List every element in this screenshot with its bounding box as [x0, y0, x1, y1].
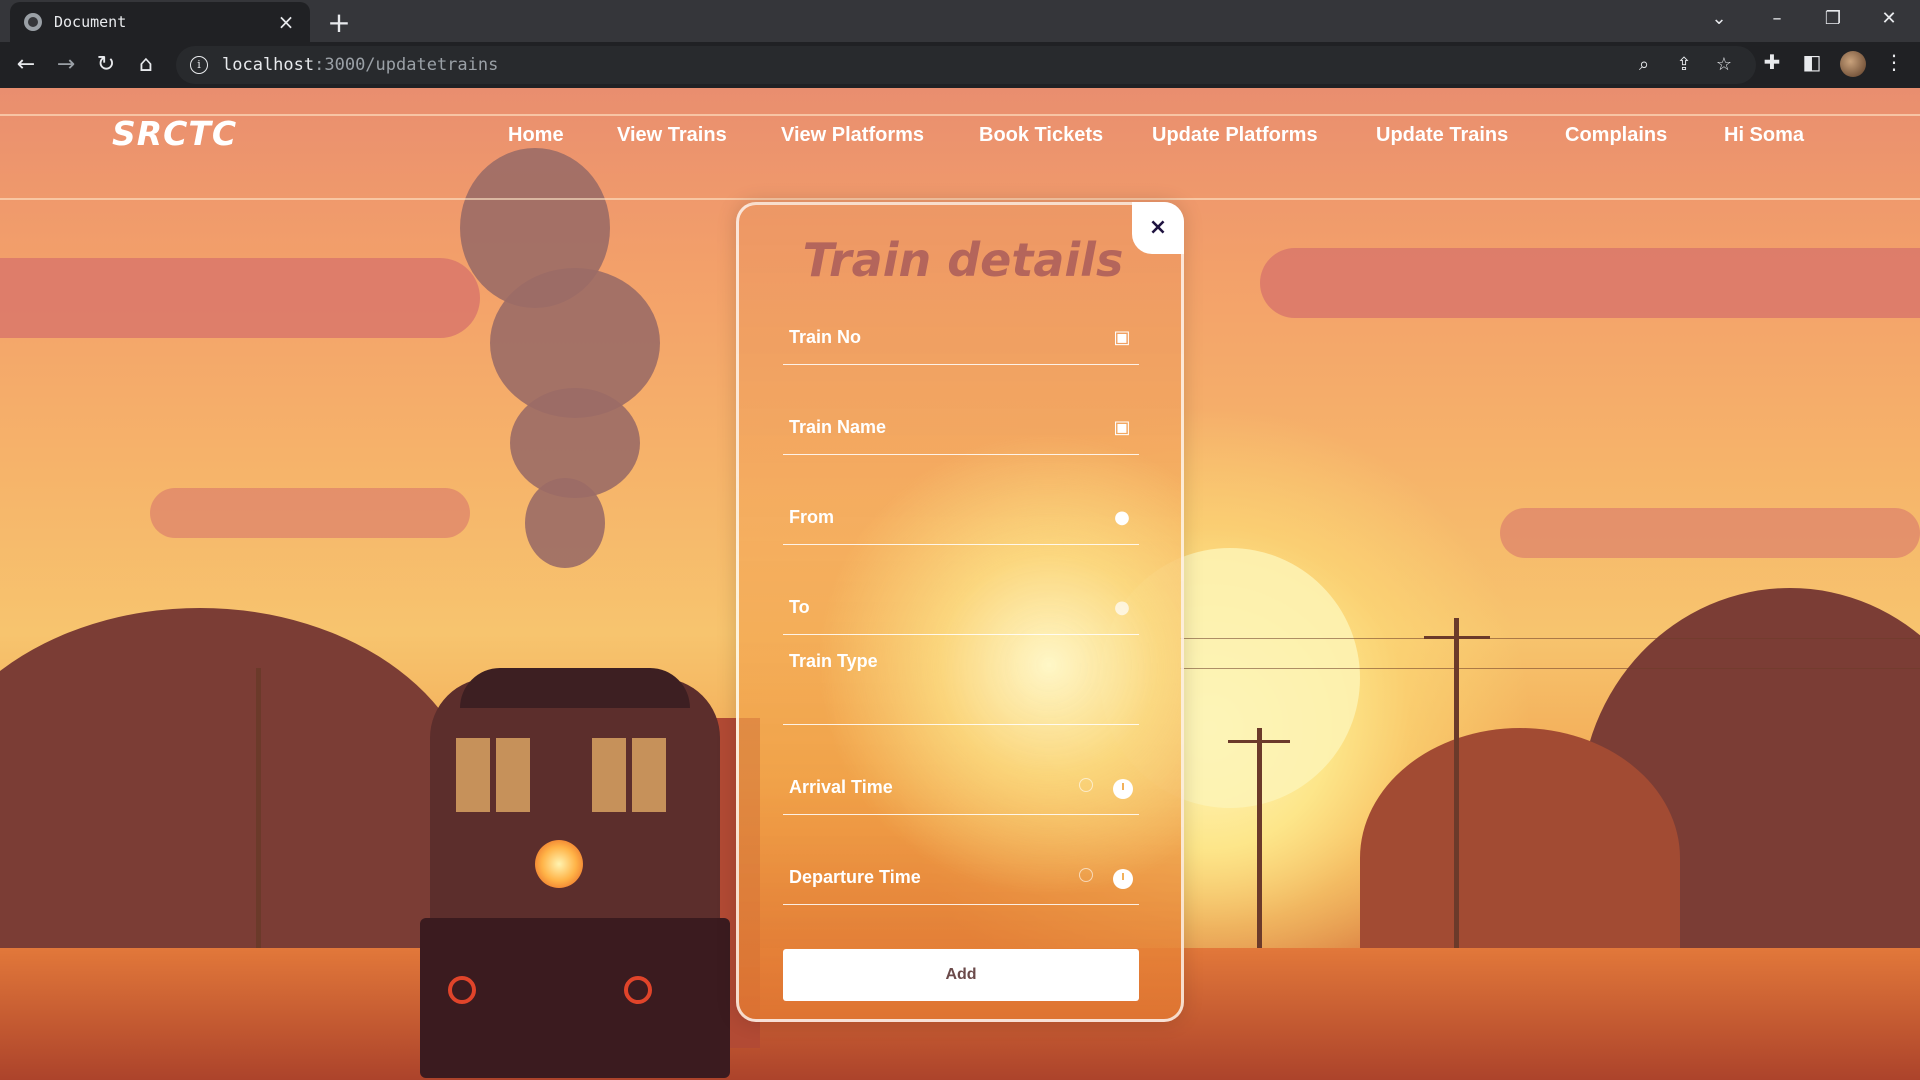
power-wire	[1180, 668, 1920, 669]
smoke-cloud	[525, 478, 605, 568]
arrival-time-field[interactable]: Arrival Time	[783, 753, 1139, 815]
forward-arrow-icon[interactable]: →	[50, 50, 82, 80]
nav-divider	[0, 114, 1920, 116]
bus-icon: ▣	[1113, 417, 1131, 438]
clock-icon	[1079, 778, 1093, 792]
steam-train-illustration	[420, 588, 760, 1080]
train-no-label: Train No	[789, 327, 862, 347]
site-navbar: SRCTC Home View Trains View Platforms Bo…	[0, 88, 1920, 200]
train-type-label: Train Type	[789, 651, 878, 671]
site-info-icon[interactable]: i	[190, 56, 208, 74]
departure-time-field[interactable]: Departure Time	[783, 843, 1139, 905]
restore-icon[interactable]: ❐	[1818, 8, 1848, 29]
extensions-puzzle-icon[interactable]: ✚	[1758, 50, 1786, 74]
browser-tab[interactable]: Document ×	[10, 2, 310, 42]
train-buffer	[624, 976, 652, 1004]
globe-icon	[24, 13, 42, 31]
address-bar[interactable]: i localhost :3000/updatetrains ⌕ ⇪ ☆	[176, 46, 1756, 84]
window-close-icon[interactable]: ✕	[1874, 8, 1904, 29]
bookmark-star-icon[interactable]: ☆	[1712, 54, 1736, 75]
cloud	[150, 488, 470, 538]
nav-link-complains[interactable]: Complains	[1565, 124, 1667, 147]
train-roof	[460, 668, 690, 708]
nav-link-view-trains[interactable]: View Trains	[617, 124, 727, 147]
url-path: :3000/updatetrains	[314, 55, 499, 75]
train-no-field[interactable]: Train No ▣	[783, 303, 1139, 365]
clock-icon[interactable]	[1113, 869, 1133, 889]
browser-tabstrip: Document × + ⌄ – ❐ ✕	[0, 0, 1920, 42]
cloud	[1500, 508, 1920, 558]
train-window	[496, 738, 530, 812]
to-field[interactable]: To ●	[783, 573, 1139, 635]
utility-pole-arm	[1424, 636, 1490, 639]
reload-icon[interactable]: ↻	[90, 50, 122, 80]
train-name-label: Train Name	[789, 417, 887, 437]
add-button[interactable]: Add	[783, 949, 1139, 1001]
tab-search-chevron-icon[interactable]: ⌄	[1704, 8, 1734, 29]
minimize-icon[interactable]: –	[1762, 8, 1792, 29]
url-host: localhost	[222, 55, 315, 75]
nav-link-book-tickets[interactable]: Book Tickets	[979, 124, 1103, 147]
profile-avatar[interactable]	[1840, 51, 1866, 77]
clock-icon	[1079, 868, 1093, 882]
location-pin-icon: ●	[1114, 597, 1130, 618]
train-window	[632, 738, 666, 812]
from-field[interactable]: From ●	[783, 483, 1139, 545]
cloud	[1260, 248, 1920, 318]
arrival-time-label: Arrival Time	[789, 777, 893, 797]
train-type-field[interactable]: Train Type	[783, 635, 1139, 725]
share-icon[interactable]: ⇪	[1672, 54, 1696, 75]
train-window	[592, 738, 626, 812]
nav-link-view-platforms[interactable]: View Platforms	[781, 124, 924, 147]
departure-time-label: Departure Time	[789, 867, 921, 887]
zoom-icon[interactable]: ⌕	[1632, 54, 1656, 75]
new-tab-button[interactable]: +	[324, 6, 354, 39]
nav-link-update-trains[interactable]: Update Trains	[1376, 124, 1508, 147]
nav-link-update-platforms[interactable]: Update Platforms	[1152, 124, 1318, 147]
tab-title: Document	[54, 13, 127, 31]
home-icon[interactable]: ⌂	[130, 50, 162, 80]
menu-kebab-icon[interactable]: ⋮	[1880, 50, 1908, 74]
power-wire	[1180, 638, 1920, 639]
site-logo[interactable]: SRCTC	[112, 114, 237, 153]
utility-pole-arm	[1228, 740, 1290, 743]
nav-divider	[0, 198, 1920, 200]
train-details-modal: × Train details Train No ▣ Train Name ▣ …	[736, 202, 1184, 1022]
tab-close-icon[interactable]: ×	[276, 10, 296, 34]
nav-link-user-greeting[interactable]: Hi Soma	[1724, 124, 1804, 147]
train-window	[456, 738, 490, 812]
side-panel-icon[interactable]: ◧	[1798, 50, 1826, 74]
to-label: To	[789, 597, 810, 617]
cloud	[0, 258, 480, 338]
from-label: From	[789, 507, 834, 527]
modal-title: Train details	[802, 233, 1124, 287]
train-name-field[interactable]: Train Name ▣	[783, 393, 1139, 455]
train-buffer	[448, 976, 476, 1004]
bus-icon: ▣	[1113, 327, 1131, 348]
train-headlamp	[535, 840, 583, 888]
clock-icon[interactable]	[1113, 779, 1133, 799]
browser-toolbar: ← → ↻ ⌂ i localhost :3000/updatetrains ⌕…	[0, 42, 1920, 88]
utility-pole	[256, 668, 261, 948]
page-viewport: SRCTC Home View Trains View Platforms Bo…	[0, 88, 1920, 1080]
location-pin-icon: ●	[1114, 507, 1130, 528]
nav-link-home[interactable]: Home	[508, 124, 564, 147]
back-arrow-icon[interactable]: ←	[10, 50, 42, 80]
